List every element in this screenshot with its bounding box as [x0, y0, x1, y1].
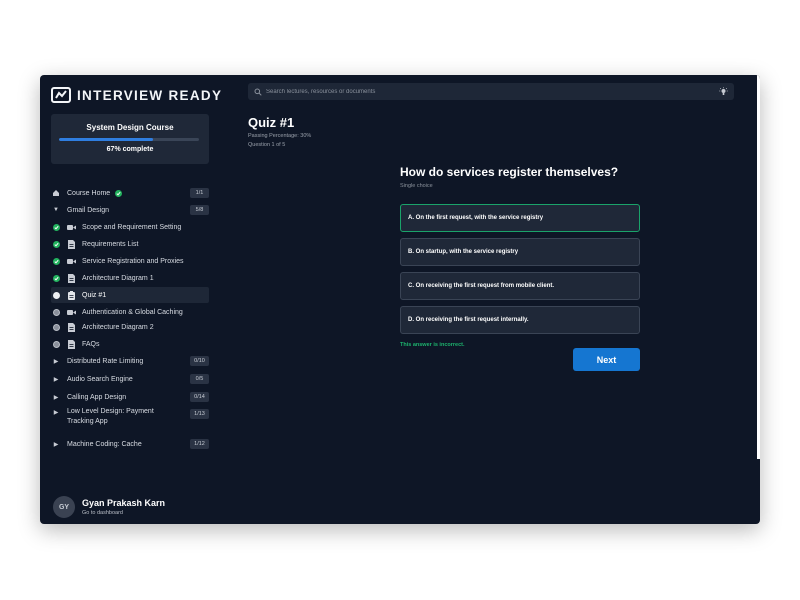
sidebar-section-low-level-design-payment-tracking-app[interactable]: ▶ Low Level Design: Payment Tracking App…	[51, 407, 209, 429]
incomplete-dot-icon	[52, 340, 60, 348]
search-bar	[248, 83, 734, 100]
passing-percentage: Passing Percentage: 30%	[248, 133, 312, 139]
sidebar-item-label: Service Registration and Proxies	[82, 257, 184, 265]
sidebar-section-machine-coding-cache[interactable]: ▶ Machine Coding: Cache 1/12	[51, 436, 209, 452]
sidebar-item-faqs[interactable]: FAQs	[51, 336, 209, 352]
dashboard-link[interactable]: Go to dashboard	[82, 510, 165, 516]
answer-feedback: This answer is incorrect.	[400, 342, 465, 348]
brand-name: INTERVIEW READY	[77, 87, 223, 103]
incomplete-dot-icon	[52, 308, 60, 316]
sidebar-section-calling-app-design[interactable]: ▶ Calling App Design 0/14	[51, 389, 209, 405]
video-icon	[67, 224, 76, 231]
check-circle-icon	[52, 223, 60, 231]
search-input[interactable]	[266, 88, 719, 95]
video-icon	[67, 258, 76, 265]
brand-logo[interactable]: INTERVIEW READY	[51, 87, 222, 103]
sidebar-item-authentication-global-caching[interactable]: Authentication & Global Caching	[51, 304, 209, 320]
progress-badge: 0/10	[190, 356, 209, 366]
video-icon	[67, 309, 76, 316]
home-icon	[51, 189, 61, 197]
answer-option-c[interactable]: C. On receiving the first request from m…	[400, 272, 640, 300]
document-icon	[67, 273, 76, 283]
sidebar-item-label: Quiz #1	[82, 291, 107, 299]
next-button[interactable]: Next	[573, 348, 640, 371]
chevron-right-icon: ▶	[53, 441, 59, 448]
clipboard-icon	[67, 290, 76, 300]
answer-option-label: C. On receiving the first request from m…	[408, 283, 555, 289]
sidebar-item-label: Architecture Diagram 2	[82, 323, 154, 331]
lightbulb-icon[interactable]	[719, 87, 728, 96]
sidebar-item-architecture-diagram-2[interactable]: Architecture Diagram 2	[51, 319, 209, 335]
sidebar-item-label: Architecture Diagram 1	[82, 274, 154, 282]
answer-option-b[interactable]: B. On startup, with the service registry	[400, 238, 640, 266]
course-progress-card: System Design Course 67% complete	[51, 114, 209, 164]
chevron-down-icon: ▼	[53, 207, 59, 213]
answer-option-a[interactable]: A. On the first request, with the servic…	[400, 204, 640, 232]
sidebar-section-audio-search-engine[interactable]: ▶ Audio Search Engine 0/5	[51, 371, 209, 387]
sidebar-item-quiz-1[interactable]: Quiz #1	[51, 287, 209, 303]
check-circle-icon	[52, 257, 60, 265]
chevron-right-icon: ▶	[53, 376, 59, 383]
chevron-right-icon: ▶	[53, 394, 59, 401]
course-title: System Design Course	[86, 123, 174, 132]
answer-option-label: D. On receiving the first request intern…	[408, 317, 529, 323]
question-counter: Question 1 of 5	[248, 142, 286, 148]
check-circle-icon	[52, 240, 60, 248]
sidebar-item-label: Requirements List	[82, 240, 139, 248]
progress-text: 67% complete	[106, 146, 154, 153]
sidebar-section-label: Gmail Design	[67, 206, 110, 214]
document-icon	[67, 339, 76, 349]
answer-option-d[interactable]: D. On receiving the first request intern…	[400, 306, 640, 334]
sidebar-item-course-home[interactable]: Course Home 1/1	[51, 185, 209, 201]
sidebar-item-service-registration-and-proxies[interactable]: Service Registration and Proxies	[51, 253, 209, 269]
document-icon	[67, 322, 76, 332]
sidebar-item-label: FAQs	[82, 340, 100, 348]
sidebar-item-scope-and-requirement-setting[interactable]: Scope and Requirement Setting	[51, 219, 209, 235]
question-text: How do services register themselves?	[400, 165, 619, 179]
sidebar-section-label: Calling App Design	[67, 393, 127, 401]
answer-option-label: B. On startup, with the service registry	[408, 249, 519, 255]
answer-option-label: A. On the first request, with the servic…	[408, 215, 544, 221]
sidebar-item-architecture-diagram-1[interactable]: Architecture Diagram 1	[51, 270, 209, 286]
window-edge	[757, 75, 760, 459]
incomplete-dot-icon	[52, 323, 60, 331]
progress-badge: 0/14	[190, 392, 209, 402]
progress-bar-fill	[59, 138, 153, 141]
sidebar-section-label: Audio Search Engine	[67, 375, 133, 383]
check-circle-icon	[52, 274, 60, 282]
sidebar-section-label: Machine Coding: Cache	[67, 440, 142, 448]
progress-badge: 0/5	[190, 374, 209, 384]
avatar: GY	[53, 496, 75, 518]
search-icon	[254, 88, 262, 96]
user-name: Gyan Prakash Karn	[82, 498, 166, 508]
document-icon	[67, 239, 76, 249]
progress-badge: 5/8	[190, 205, 209, 215]
current-item-dot-icon	[52, 291, 60, 299]
chevron-right-icon: ▶	[53, 410, 59, 416]
check-circle-icon	[115, 189, 123, 197]
sidebar-item-label: Authentication & Global Caching	[82, 308, 183, 316]
app-window: INTERVIEW READY System Design Course 67%…	[40, 75, 760, 524]
page-title: Quiz #1	[248, 115, 295, 130]
interview-ready-logo-icon	[51, 87, 71, 103]
sidebar-section-distributed-rate-limiting[interactable]: ▶ Distributed Rate Limiting 0/10	[51, 353, 209, 369]
user-profile[interactable]: GY Gyan Prakash Karn Go to dashboard	[53, 496, 165, 518]
chevron-right-icon: ▶	[53, 358, 59, 365]
sidebar-section-label: Low Level Design: Payment Tracking App	[67, 408, 154, 425]
progress-badge: 1/13	[190, 409, 209, 419]
sidebar-section-label: Distributed Rate Limiting	[67, 357, 144, 365]
progress-bar	[59, 138, 199, 141]
sidebar-section-gmail-design[interactable]: ▼ Gmail Design 5/8	[51, 202, 209, 218]
progress-badge: 1/12	[190, 439, 209, 449]
sidebar-item-requirements-list[interactable]: Requirements List	[51, 236, 209, 252]
question-type: Single choice	[400, 183, 433, 189]
sidebar-item-label: Scope and Requirement Setting	[82, 223, 182, 231]
progress-badge: 1/1	[190, 188, 209, 198]
sidebar-item-label: Course Home	[67, 189, 111, 197]
